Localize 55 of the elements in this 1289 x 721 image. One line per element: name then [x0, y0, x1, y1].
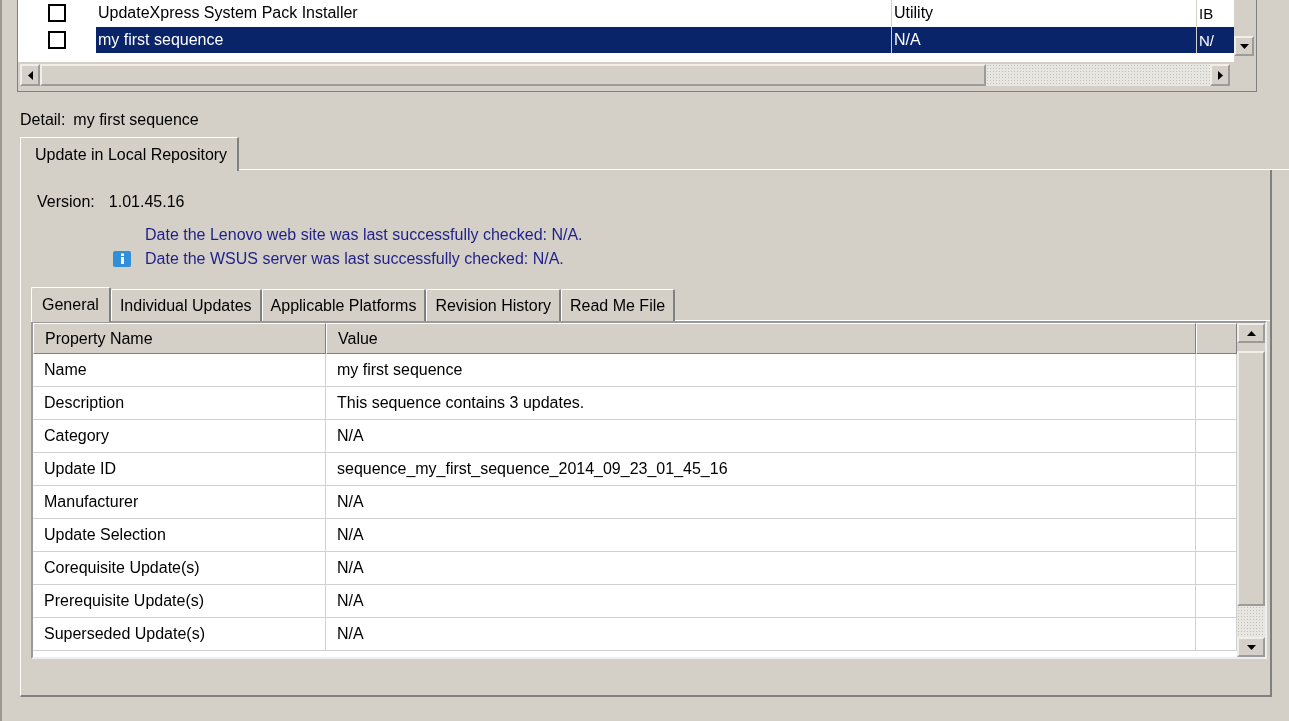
table-cell: Name — [44, 361, 87, 379]
table-cell: Update Selection — [44, 526, 166, 544]
table-cell: This sequence contains 3 updates. — [337, 394, 585, 412]
scroll-left-button[interactable] — [20, 64, 40, 86]
table-cell: Update ID — [44, 460, 117, 478]
tab[interactable]: Update in Local Repository — [20, 137, 240, 171]
table-cell: N/A — [337, 592, 364, 610]
scroll-right-button[interactable] — [1210, 64, 1230, 86]
table-cell: N/A — [337, 625, 364, 643]
info-text: Date the WSUS server was last successfully checked: N/A. — [145, 249, 565, 269]
table-cell: N/ — [1199, 31, 1214, 49]
left-arrow-icon — [27, 70, 33, 80]
table-cell: Manufacturer — [44, 493, 139, 511]
table-cell: Corequisite Update(s) — [44, 559, 200, 577]
checkbox[interactable] — [48, 4, 66, 22]
table-cell: N/A — [337, 493, 364, 511]
info-icon — [113, 251, 131, 267]
horizontal-scrollbar[interactable] — [20, 64, 1230, 86]
right-arrow-icon — [1217, 70, 1223, 80]
up-arrow-icon — [1246, 330, 1256, 336]
tab[interactable]: Individual Updates — [110, 289, 262, 321]
tab[interactable]: Applicable Platforms — [261, 289, 427, 321]
table-cell: my first sequence — [337, 361, 463, 379]
tab[interactable]: General — [31, 287, 111, 322]
table-cell: Utility — [894, 4, 934, 22]
version-label: Version: — [37, 193, 95, 211]
column-header: Value — [338, 329, 378, 348]
table-cell: Prerequisite Update(s) — [44, 592, 205, 610]
vertical-scrollbar[interactable] — [1237, 323, 1265, 657]
checkbox[interactable] — [48, 31, 66, 49]
table-cell: sequence_my_first_sequence_2014_09_23_01_45_16 — [337, 460, 728, 478]
table-cell: Description — [44, 394, 125, 412]
table-cell: Category — [44, 427, 109, 445]
table-cell: N/A — [337, 427, 364, 445]
table-cell: UpdateXpress System Pack Installer — [98, 4, 358, 22]
table-cell: N/A — [337, 526, 364, 544]
scroll-down-button[interactable] — [1234, 36, 1254, 56]
table-cell: my first sequence — [98, 31, 224, 49]
scroll-thumb[interactable] — [40, 64, 986, 86]
tab[interactable]: Revision History — [426, 289, 561, 321]
table-cell: N/A — [337, 559, 364, 577]
table-cell: Superseded Update(s) — [44, 625, 205, 643]
column-header: Property Name — [45, 329, 153, 348]
table-cell: IB — [1199, 4, 1214, 22]
table-cell: N/A — [894, 31, 921, 49]
tab[interactable]: Read Me File — [561, 289, 676, 321]
detail-label: Detail: — [20, 111, 66, 129]
scroll-thumb[interactable] — [1237, 351, 1265, 606]
scroll-up-button[interactable] — [1237, 323, 1265, 343]
version-value: 1.01.45.16 — [108, 193, 185, 211]
down-arrow-icon — [1239, 43, 1249, 49]
down-arrow-icon — [1246, 644, 1256, 650]
detail-value: my first sequence — [73, 111, 199, 129]
scroll-down-button[interactable] — [1237, 637, 1265, 657]
info-text: Date the Lenovo web site was last successfully checked: N/A. — [145, 225, 583, 245]
